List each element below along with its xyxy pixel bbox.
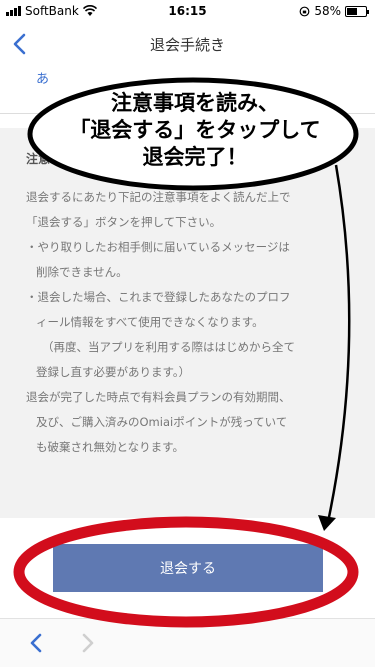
withdraw-button[interactable]: 退会する (53, 544, 323, 592)
nav-bar: 退会手続き (0, 22, 375, 66)
battery-icon (345, 5, 369, 17)
notice-panel: 注意事項 退会するにあたり下記の注意事項をよく読んだ上で 「退会する」ボタンを押… (0, 128, 375, 518)
notice-line: 退会するにあたり下記の注意事項をよく読んだ上で (26, 190, 291, 204)
notice-line: 削除できません。 (36, 265, 128, 279)
chevron-left-icon[interactable] (6, 30, 34, 58)
notice-line: ・やり取りしたお相手側に届いているメッセージは (26, 240, 290, 254)
browser-toolbar (0, 618, 375, 667)
battery-level (347, 7, 358, 15)
notice-line: 「退会する」ボタンを押して下さい。 (26, 215, 222, 229)
page-title: 退会手続き (149, 35, 225, 54)
browser-back-icon[interactable] (26, 631, 46, 655)
notice-line: （再度、当アプリを利用する際ははじめから全て (42, 340, 295, 354)
notice-line: も破棄され無効となります。 (36, 440, 185, 454)
reason-textarea[interactable]: あ (0, 66, 375, 114)
status-bar: SoftBank 16:15 58% (0, 0, 375, 22)
reason-textarea-value: あ (36, 72, 50, 87)
battery-percent: 58% (314, 4, 341, 18)
notice-body: 退会するにあたり下記の注意事項をよく読んだ上で 「退会する」ボタンを押して下さい… (26, 185, 353, 460)
notice-line: ・退会した場合、これまで登録したあなたのプロフ (26, 290, 291, 304)
notice-title: 注意事項 (26, 152, 75, 166)
notice-line: 登録し直す必要があります。） (36, 365, 191, 379)
notice-line: ィール情報をすべて使用できなくなります。 (36, 315, 264, 329)
browser-forward-icon[interactable] (78, 631, 98, 655)
withdraw-area: 退会する (0, 518, 375, 618)
notice-line: 退会が完了した時点で有料会員プランの有効期間、 (26, 390, 291, 404)
orientation-lock-icon (299, 6, 310, 16)
notice-line: 及び、ご購入済みのOmiaiポイントが残っていて (36, 415, 288, 429)
status-right: 58% (299, 4, 369, 18)
